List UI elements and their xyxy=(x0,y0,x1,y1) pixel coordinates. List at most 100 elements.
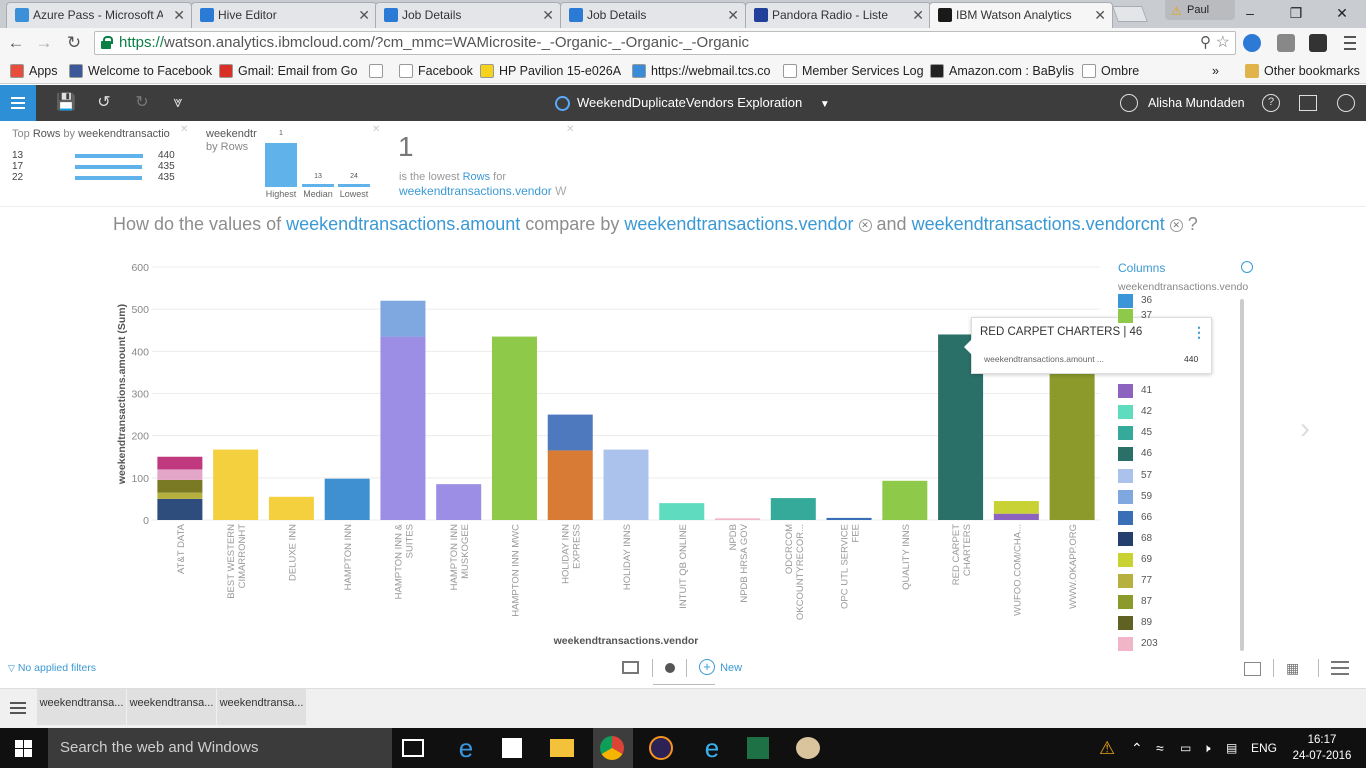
legend-item[interactable]: 42 xyxy=(1118,405,1152,419)
legend-settings-icon[interactable] xyxy=(1241,261,1253,273)
minimize-button[interactable]: – xyxy=(1227,0,1273,26)
windows-start-icon[interactable] xyxy=(15,740,32,757)
view-tab[interactable]: weekendtransa... xyxy=(127,689,217,725)
bookmark-item[interactable]: Member Services Log xyxy=(781,62,926,80)
browser-tab[interactable]: IBM Watson Analytics ✕ xyxy=(929,2,1113,28)
bar-segment[interactable] xyxy=(993,501,1039,514)
file-explorer-icon[interactable] xyxy=(550,739,574,757)
view-tab[interactable]: weekendtransa... xyxy=(217,689,307,725)
internet-explorer-icon[interactable]: e xyxy=(698,734,726,762)
legend-item[interactable]: 87 xyxy=(1118,595,1152,609)
bar-segment[interactable] xyxy=(603,449,649,520)
account-icon[interactable] xyxy=(1337,94,1355,112)
legend-item[interactable]: 89 xyxy=(1118,616,1152,630)
legend-item[interactable]: 57 xyxy=(1118,469,1152,483)
battery-icon[interactable]: ▭ xyxy=(1180,728,1191,768)
browser-tab[interactable]: Hive Editor ✕ xyxy=(191,2,377,28)
legend-item[interactable]: 69 xyxy=(1118,553,1152,567)
legend-item[interactable]: 59 xyxy=(1118,490,1152,504)
bar-segment[interactable] xyxy=(157,469,203,480)
legend-item[interactable]: 46 xyxy=(1118,447,1152,461)
insight-lowest[interactable]: 1 is the lowest Rows for weekendtransact… xyxy=(390,121,580,201)
other-bookmarks[interactable]: Other bookmarks xyxy=(1243,62,1360,80)
star-icon[interactable]: ☆ xyxy=(1216,32,1230,54)
excel-icon[interactable] xyxy=(747,737,769,759)
bar-segment[interactable] xyxy=(213,449,259,520)
data-icon[interactable] xyxy=(1299,95,1317,111)
notification-icon[interactable]: ▤ xyxy=(1226,728,1237,768)
volume-icon[interactable]: 🕨 xyxy=(1203,728,1211,768)
browser-tab[interactable]: Job Details ✕ xyxy=(560,2,746,28)
browser-tab[interactable]: Pandora Radio - Liste ✕ xyxy=(745,2,931,28)
remove-vendorcnt-icon[interactable]: ✕ xyxy=(1169,219,1183,232)
close-tab-icon[interactable]: ✕ xyxy=(542,3,554,27)
bookmark-item[interactable]: Amazon.com : BaBylis xyxy=(928,62,1078,80)
bookmark-item[interactable]: https://webmail.tcs.co xyxy=(630,62,778,80)
filters-link[interactable]: ▽ No applied filters xyxy=(8,662,96,674)
legend-item[interactable]: 77 xyxy=(1118,574,1152,588)
bar-segment[interactable] xyxy=(659,503,705,520)
bar-segment[interactable] xyxy=(380,300,426,337)
task-view-icon[interactable] xyxy=(402,739,424,757)
bar-segment[interactable] xyxy=(380,336,426,520)
bookmark-item[interactable]: HP Pavilion 15-e026A xyxy=(478,62,628,80)
user-name[interactable]: Alisha Mundaden xyxy=(1148,85,1245,121)
legend-item[interactable]: 37 xyxy=(1118,309,1152,323)
view-tab[interactable]: weekendtransa... xyxy=(37,689,127,725)
close-tab-icon[interactable]: ✕ xyxy=(173,3,185,27)
redo-icon[interactable]: ↻ xyxy=(132,93,152,113)
bar-segment[interactable] xyxy=(547,414,593,451)
hamburger-menu-icon[interactable] xyxy=(0,85,36,121)
list-icon[interactable] xyxy=(1331,661,1349,675)
question-field-vendor[interactable]: weekendtransactions.vendor xyxy=(624,214,853,234)
close-tab-icon[interactable]: ✕ xyxy=(912,3,924,27)
legend-item[interactable]: 45 xyxy=(1118,426,1152,440)
bar-segment[interactable] xyxy=(715,518,761,520)
zoom-search-icon[interactable]: ⚲ xyxy=(1200,32,1211,54)
legend-item[interactable]: 203 xyxy=(1118,637,1158,651)
insight-top-rows[interactable]: Top Rows by weekendtransactio 13 440 17 435… xyxy=(0,121,190,201)
question-field-amount[interactable]: weekendtransactions.amount xyxy=(286,214,520,234)
settings-sliders-icon[interactable] xyxy=(10,701,26,715)
legend-scrollbar[interactable] xyxy=(1240,299,1244,651)
close-icon[interactable]: ✕ xyxy=(180,124,188,135)
save-icon[interactable]: 💾 xyxy=(56,93,76,113)
owl-extension-icon[interactable] xyxy=(1309,34,1327,52)
restore-button[interactable]: ❐ xyxy=(1273,0,1319,26)
legend-item[interactable]: 41 xyxy=(1118,384,1152,398)
edge-icon[interactable]: e xyxy=(452,734,480,762)
undo-icon[interactable]: ↺ xyxy=(94,93,114,113)
browser-tab[interactable]: Azure Pass - Microsoft A ✕ xyxy=(6,2,192,28)
bar-segment[interactable] xyxy=(436,484,482,520)
paint-icon[interactable] xyxy=(796,737,820,759)
language-indicator[interactable]: ENG xyxy=(1251,728,1277,768)
single-view-icon[interactable] xyxy=(665,663,675,673)
bar-segment[interactable] xyxy=(770,498,816,520)
bar-segment[interactable] xyxy=(491,336,537,520)
clock[interactable]: 16:17 24-07-2016 xyxy=(1292,732,1352,764)
close-icon[interactable]: ✕ xyxy=(566,124,574,135)
visualization-options-icon[interactable]: ▦ xyxy=(1286,660,1305,677)
chrome-icon[interactable] xyxy=(600,736,624,760)
store-icon[interactable] xyxy=(502,738,522,758)
close-window-button[interactable]: ✕ xyxy=(1319,0,1365,26)
chevron-up-icon[interactable]: ⌃ xyxy=(1131,728,1143,768)
bar-segment[interactable] xyxy=(157,456,203,470)
grid-view-icon[interactable] xyxy=(622,661,639,674)
bar-segment[interactable] xyxy=(157,479,203,493)
bookmarks-overflow-button[interactable]: » xyxy=(1212,62,1219,80)
bar-segment[interactable] xyxy=(826,517,872,520)
remove-vendor-icon[interactable]: ✕ xyxy=(858,219,872,232)
chrome-menu-icon[interactable] xyxy=(1344,34,1356,52)
taskbar-search-input[interactable]: Search the web and Windows xyxy=(48,728,392,768)
close-tab-icon[interactable]: ✕ xyxy=(358,3,370,27)
extension-globe-icon[interactable] xyxy=(1243,34,1261,52)
eclipse-icon[interactable] xyxy=(649,736,673,760)
legend-item[interactable]: 36 xyxy=(1118,294,1152,308)
bookmark-item[interactable]: Facebook xyxy=(397,62,475,80)
bookmark-item[interactable] xyxy=(367,62,393,80)
new-tab-button[interactable] xyxy=(1112,6,1148,22)
insight-hml[interactable]: weekendtr by Rows 1 Highest 13 Median 24 Lowe… xyxy=(200,121,385,201)
legend-item[interactable]: 68 xyxy=(1118,532,1152,546)
close-tab-icon[interactable]: ✕ xyxy=(1094,3,1106,27)
